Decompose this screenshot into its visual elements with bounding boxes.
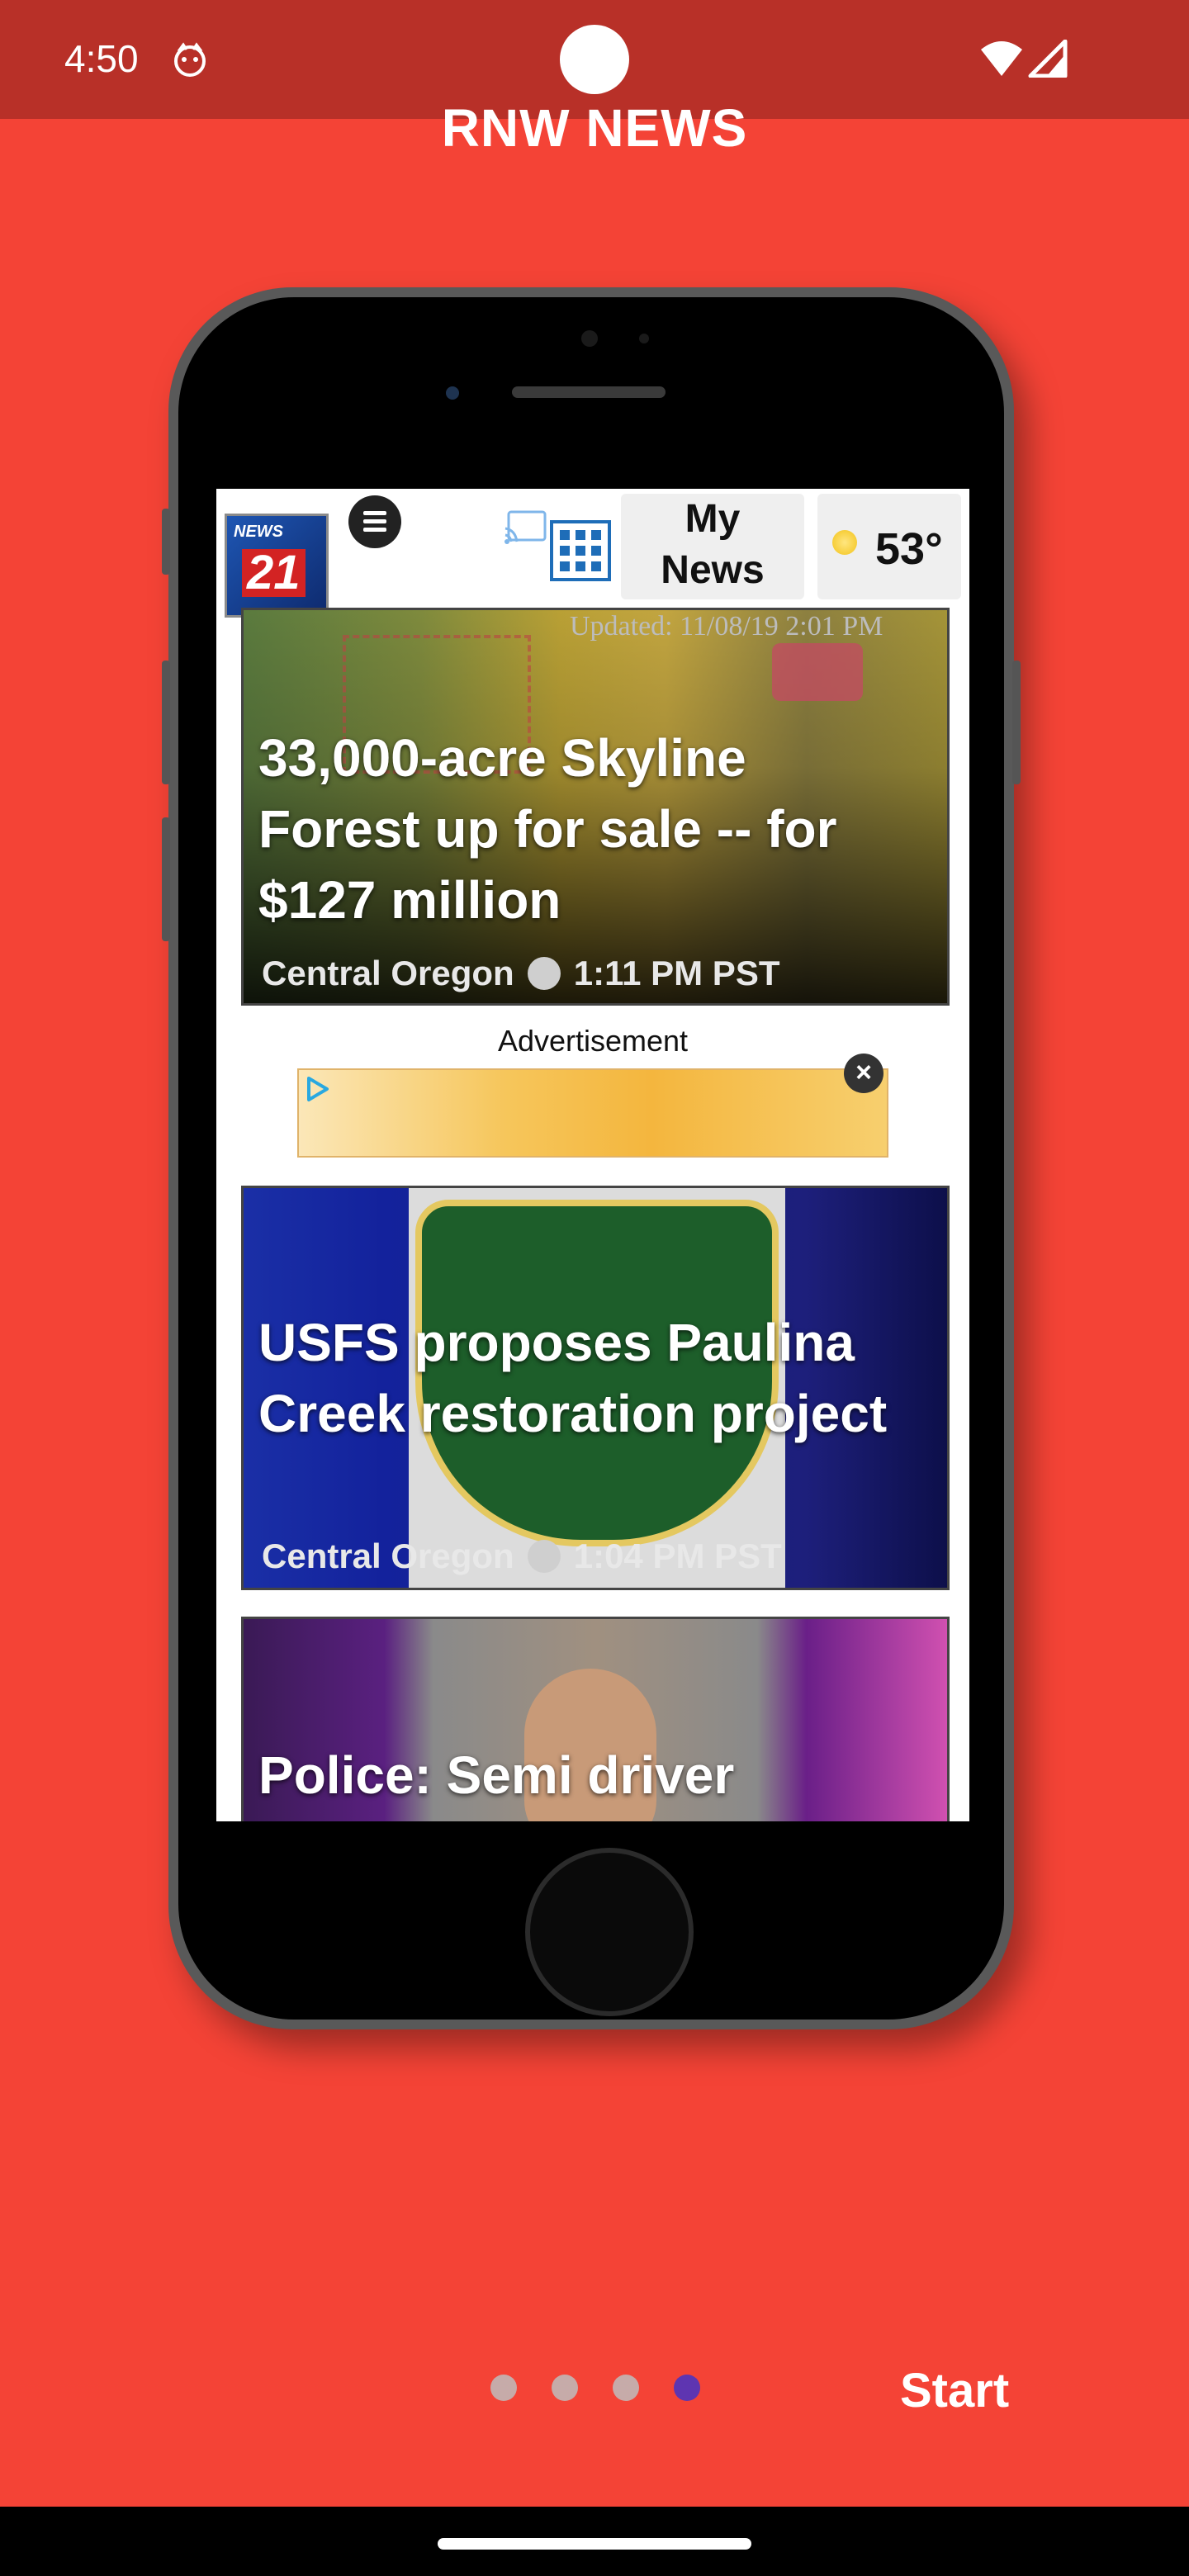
ad-banner bbox=[297, 1068, 888, 1158]
phone-side-button bbox=[162, 509, 170, 575]
signal-icon bbox=[1028, 40, 1068, 78]
sun-icon bbox=[832, 530, 857, 555]
weather-widget: 53° bbox=[817, 494, 961, 599]
phone-sensor-small bbox=[639, 334, 649, 343]
page-dot-active[interactable] bbox=[674, 2375, 700, 2401]
start-button[interactable]: Start bbox=[900, 2363, 1009, 2418]
phone-volume-down bbox=[162, 817, 170, 941]
article-region: Central Oregon bbox=[262, 954, 514, 992]
news-app-header: NEWS 21 My News 53° bbox=[216, 489, 969, 618]
separator-dot bbox=[527, 1539, 561, 1573]
logo-news-text: NEWS bbox=[234, 523, 283, 541]
article-headline: 33,000-acre Skyline Forest up for sale -… bbox=[258, 728, 837, 930]
navigation-bar bbox=[0, 2507, 1189, 2576]
temperature: 53° bbox=[875, 524, 943, 574]
grid-icon bbox=[550, 520, 611, 581]
my-news-label-line1: My bbox=[685, 497, 741, 541]
camera-cutout bbox=[560, 25, 629, 94]
menu-icon bbox=[348, 495, 401, 548]
page-dot[interactable] bbox=[552, 2375, 578, 2401]
phone-home-button bbox=[525, 1848, 694, 2016]
page-dot[interactable] bbox=[490, 2375, 517, 2401]
app-title: RNW NEWS bbox=[441, 98, 748, 158]
updated-timestamp: Updated: 11/08/19 2:01 PM bbox=[570, 611, 883, 642]
phone-volume-up bbox=[162, 661, 170, 784]
article-time: 1:11 PM PST bbox=[573, 954, 780, 992]
article-region: Central Oregon bbox=[262, 1537, 514, 1575]
article-time: 1:04 PM PST bbox=[573, 1537, 782, 1575]
article-meta: Central Oregon 1:11 PM PST bbox=[262, 954, 779, 995]
ad-close-icon: × bbox=[844, 1054, 883, 1093]
article-card: USFS proposes Paulina Creek restoration … bbox=[241, 1186, 950, 1590]
page-dot[interactable] bbox=[613, 2375, 639, 2401]
notification-face-icon bbox=[174, 42, 206, 77]
phone-screen: NEWS 21 My News 53° 33,000-acre Skyline … bbox=[216, 489, 969, 1821]
cast-icon bbox=[504, 510, 547, 544]
wifi-icon bbox=[981, 41, 1022, 76]
news21-logo: NEWS 21 bbox=[225, 514, 329, 618]
article-card: Police: Semi driver bbox=[241, 1617, 950, 1821]
front-camera bbox=[446, 386, 459, 400]
my-news-button: My News bbox=[621, 494, 804, 599]
article-meta: Central Oregon 1:04 PM PST bbox=[262, 1537, 782, 1578]
article-headline: USFS proposes Paulina Creek restoration … bbox=[258, 1313, 888, 1443]
phone-speaker bbox=[512, 386, 666, 398]
logo-number: 21 bbox=[242, 549, 306, 597]
phone-sensor bbox=[581, 330, 598, 347]
separator-dot bbox=[527, 956, 561, 990]
status-time: 4:50 bbox=[64, 37, 139, 80]
article-headline: Police: Semi driver bbox=[258, 1745, 735, 1805]
phone-power-button bbox=[1012, 661, 1021, 784]
adchoices-icon bbox=[307, 1077, 329, 1101]
home-gesture-handle[interactable] bbox=[438, 2538, 751, 2550]
my-news-label-line2: News bbox=[661, 548, 765, 592]
ad-label: Advertisement bbox=[497, 1024, 689, 1058]
article-card: 33,000-acre Skyline Forest up for sale -… bbox=[241, 608, 950, 1006]
